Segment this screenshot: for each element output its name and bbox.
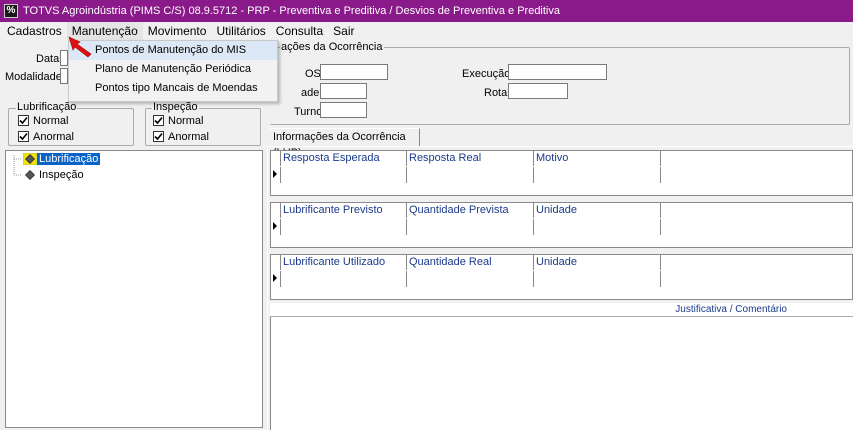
menu-item-plano-manutencao-periodica[interactable]: Plano de Manutenção Periódica	[69, 60, 277, 79]
insp-anormal-checkbox[interactable]	[153, 131, 164, 142]
grid-respostas[interactable]: Resposta Esperada Resposta Real Motivo	[270, 150, 853, 196]
turno-field[interactable]	[320, 102, 367, 118]
tree-label-inspecao: Inspeção	[39, 169, 84, 181]
col-resposta-real[interactable]: Resposta Real	[407, 151, 534, 166]
rota-field[interactable]	[508, 83, 568, 99]
ade-label: ade	[301, 87, 320, 99]
grid-utilizado-header: Lubrificante Utilizado Quantidade Real U…	[271, 255, 661, 270]
menu-movimento[interactable]: Movimento	[143, 22, 212, 40]
lub-anormal-row[interactable]: Anormal	[18, 129, 74, 144]
execucao-label: Execução	[462, 68, 511, 80]
ade-field[interactable]	[320, 83, 367, 99]
tree-label-lubrificacao: Lubrificação	[37, 153, 101, 165]
modalidade-field[interactable]	[60, 68, 68, 84]
insp-normal-label: Normal	[168, 114, 204, 127]
tree-item-lubrificacao[interactable]: Lubrificação	[23, 153, 101, 165]
modalidade-label: Modalidade	[5, 71, 62, 83]
col-motivo[interactable]: Motivo	[534, 151, 661, 166]
menu-sair[interactable]: Sair	[328, 22, 359, 40]
menu-item-pontos-manutencao-mis[interactable]: Pontos de Manutenção do MIS	[69, 41, 277, 60]
app-icon: %	[4, 4, 18, 18]
col-quantidade-prevista[interactable]: Quantidade Prevista	[407, 203, 534, 218]
turno-label: Turno	[294, 106, 323, 118]
row-indicator-icon	[273, 274, 277, 282]
menu-cadastros[interactable]: Cadastros	[2, 22, 67, 40]
inspecao-group-title: Inspeção	[152, 101, 199, 113]
title-bar: % TOTVS Agroindústria (PIMS C/S) 08.9.57…	[0, 0, 853, 22]
col-quantidade-real[interactable]: Quantidade Real	[407, 255, 534, 270]
justificativa-textarea[interactable]	[270, 317, 853, 430]
insp-anormal-label: Anormal	[168, 130, 209, 143]
lubrificacao-diamond-icon	[23, 153, 37, 165]
menu-utilitarios[interactable]: Utilitários	[211, 22, 270, 40]
lub-normal-label: Normal	[33, 114, 69, 127]
tab-informacoes-ocorrencia[interactable]: Informações da Ocorrência (LUB)	[270, 128, 420, 159]
justificativa-header: Justificativa / Comentário	[270, 303, 853, 317]
table-row[interactable]	[271, 219, 661, 235]
grid-respostas-header: Resposta Esperada Resposta Real Motivo	[271, 151, 661, 166]
execucao-field[interactable]	[508, 64, 607, 80]
menu-consulta[interactable]: Consulta	[271, 22, 328, 40]
manutencao-dropdown: Pontos de Manutenção do MIS Plano de Man…	[68, 40, 278, 102]
lub-anormal-label: Anormal	[33, 130, 74, 143]
data-label: Data	[36, 53, 60, 65]
table-row[interactable]	[271, 271, 661, 287]
col-resposta-esperada[interactable]: Resposta Esperada	[281, 151, 407, 166]
tree-item-inspecao[interactable]: Inspeção	[23, 169, 86, 181]
insp-normal-row[interactable]: Normal	[153, 113, 203, 128]
window-title: TOTVS Agroindústria (PIMS C/S) 08.9.5712…	[23, 5, 560, 17]
menu-item-pontos-mancais-moendas[interactable]: Pontos tipo Mancais de Moendas	[69, 79, 277, 98]
col-lubrificante-utilizado[interactable]: Lubrificante Utilizado	[281, 255, 407, 270]
inspecao-diamond-icon	[25, 170, 35, 180]
menu-bar: Cadastros Manutenção Movimento Utilitári…	[0, 22, 853, 40]
lub-normal-row[interactable]: Normal	[18, 113, 68, 128]
grid-previsto-header: Lubrificante Previsto Quantidade Previst…	[271, 203, 661, 218]
grid-lubrificante-previsto[interactable]: Lubrificante Previsto Quantidade Previst…	[270, 202, 853, 248]
col-lubrificante-previsto[interactable]: Lubrificante Previsto	[281, 203, 407, 218]
rota-label: Rota	[484, 87, 508, 99]
col-unidade-prevista[interactable]: Unidade	[534, 203, 661, 218]
col-unidade-real[interactable]: Unidade	[534, 255, 661, 270]
table-row[interactable]	[271, 167, 661, 183]
row-indicator-icon	[273, 170, 277, 178]
lub-anormal-checkbox[interactable]	[18, 131, 29, 142]
row-indicator-icon	[273, 222, 277, 230]
insp-normal-checkbox[interactable]	[153, 115, 164, 126]
grid-lubrificante-utilizado[interactable]: Lubrificante Utilizado Quantidade Real U…	[270, 254, 853, 300]
ocorrencia-group-title: ações da Ocorrência	[280, 41, 384, 53]
red-arrow-icon	[68, 36, 92, 58]
os-label: OS	[305, 68, 321, 80]
lub-normal-checkbox[interactable]	[18, 115, 29, 126]
lubrificacao-group-title: Lubrificação	[16, 101, 78, 113]
os-field[interactable]	[320, 64, 388, 80]
insp-anormal-row[interactable]: Anormal	[153, 129, 209, 144]
tree-view[interactable]: Lubrificação Inspeção	[5, 150, 263, 428]
